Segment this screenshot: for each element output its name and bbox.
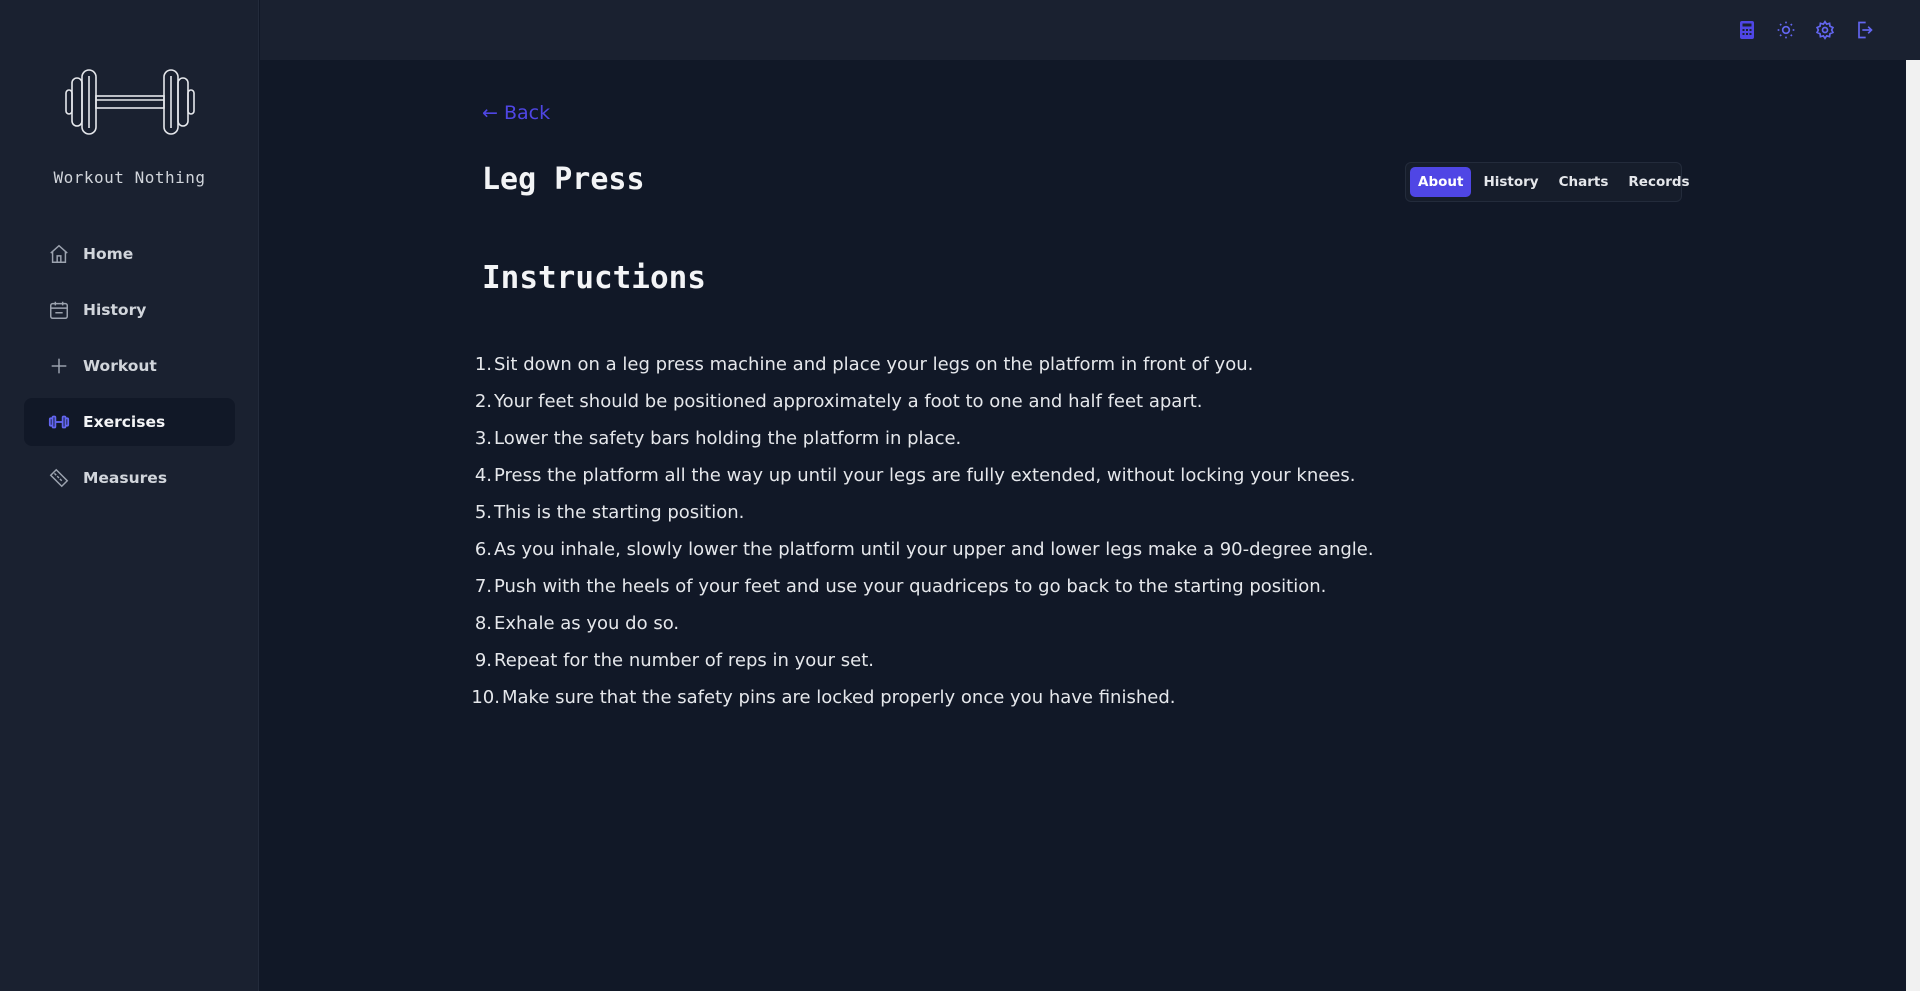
sidebar-item-workout[interactable]: Workout [24,342,235,390]
sidebar-item-label: Exercises [83,413,166,431]
home-icon [48,243,70,265]
instruction-number: 6. [474,539,492,560]
instruction-text: Sit down on a leg press machine and plac… [494,354,1254,375]
logout-icon[interactable] [1852,18,1875,41]
instruction-number: 3. [474,428,492,449]
app-name: Workout Nothing [53,168,206,187]
instruction-text: Lower the safety bars holding the platfo… [494,428,962,449]
instruction-item: 9. Repeat for the number of reps in your … [475,642,1482,679]
instruction-item: 8. Exhale as you do so. [475,605,1482,642]
instruction-item: 10. Make sure that the safety pins are lo… [471,679,1482,716]
instruction-number: 9. [474,650,492,671]
instruction-text: Repeat for the number of reps in your se… [494,650,875,671]
instruction-number: 4. [474,465,492,486]
calendar-icon [48,299,70,321]
topbar [260,0,1920,60]
instruction-text: Exhale as you do so. [494,613,680,634]
dumbbell-icon [48,411,70,433]
instruction-item: 3. Lower the safety bars holding the plat… [475,420,1482,457]
instructions-list: 1. Sit down on a leg press machine and pl… [471,346,1482,716]
instruction-text: Make sure that the safety pins are locke… [502,687,1176,708]
sidebar-item-home[interactable]: Home [24,230,235,278]
instruction-number: 1. [474,354,492,375]
instruction-item: 5. This is the starting position. [475,494,1482,531]
instruction-text: This is the starting position. [494,502,745,523]
scrollbar[interactable] [1906,60,1920,991]
sidebar: Workout Nothing Home History Workout Exe… [0,0,259,991]
instruction-text: Push with the heels of your feet and use… [494,576,1327,597]
plus-icon [48,355,70,377]
instruction-text: Your feet should be positioned approxima… [494,391,1203,412]
sidebar-item-history[interactable]: History [24,286,235,334]
tab-records[interactable]: Records [1620,167,1697,197]
instruction-number: 10. [471,687,500,708]
back-link[interactable]: ← Back [482,102,550,124]
tab-charts[interactable]: Charts [1551,167,1617,197]
section-title: Instructions [482,260,706,296]
sidebar-item-label: Home [83,245,134,263]
sidebar-item-label: History [83,301,147,319]
sidebar-item-label: Measures [83,469,168,487]
instruction-item: 1. Sit down on a leg press machine and pl… [475,346,1482,383]
gear-icon[interactable] [1813,18,1836,41]
tab-history[interactable]: History [1475,167,1546,197]
sun-icon[interactable] [1774,18,1797,41]
ruler-icon [48,467,70,489]
tab-about[interactable]: About [1410,167,1472,197]
sidebar-item-label: Workout [83,357,157,375]
topbar-actions [1735,18,1875,41]
instruction-item: 6. As you inhale, slowly lower the platfo… [475,531,1482,568]
instruction-number: 2. [474,391,492,412]
sidebar-item-measures[interactable]: Measures [24,454,235,502]
instruction-text: Press the platform all the way up until … [494,465,1356,486]
instruction-number: 5. [474,502,492,523]
page-title: Leg Press [482,162,645,197]
exercise-tabs: About History Charts Records [1405,162,1690,202]
instruction-item: 4. Press the platform all the way up unti… [475,457,1482,494]
instruction-item: 7. Push with the heels of your feet and u… [475,568,1482,605]
dumbbell-logo-icon [65,69,195,135]
sidebar-nav: Home History Workout Exercises Measures [24,230,235,510]
sidebar-item-exercises[interactable]: Exercises [24,398,235,446]
calculator-icon[interactable] [1735,18,1758,41]
instruction-number: 7. [474,576,492,597]
instruction-number: 8. [474,613,492,634]
instruction-item: 2. Your feet should be positioned approxi… [475,383,1482,420]
instruction-text: As you inhale, slowly lower the platform… [494,539,1374,560]
